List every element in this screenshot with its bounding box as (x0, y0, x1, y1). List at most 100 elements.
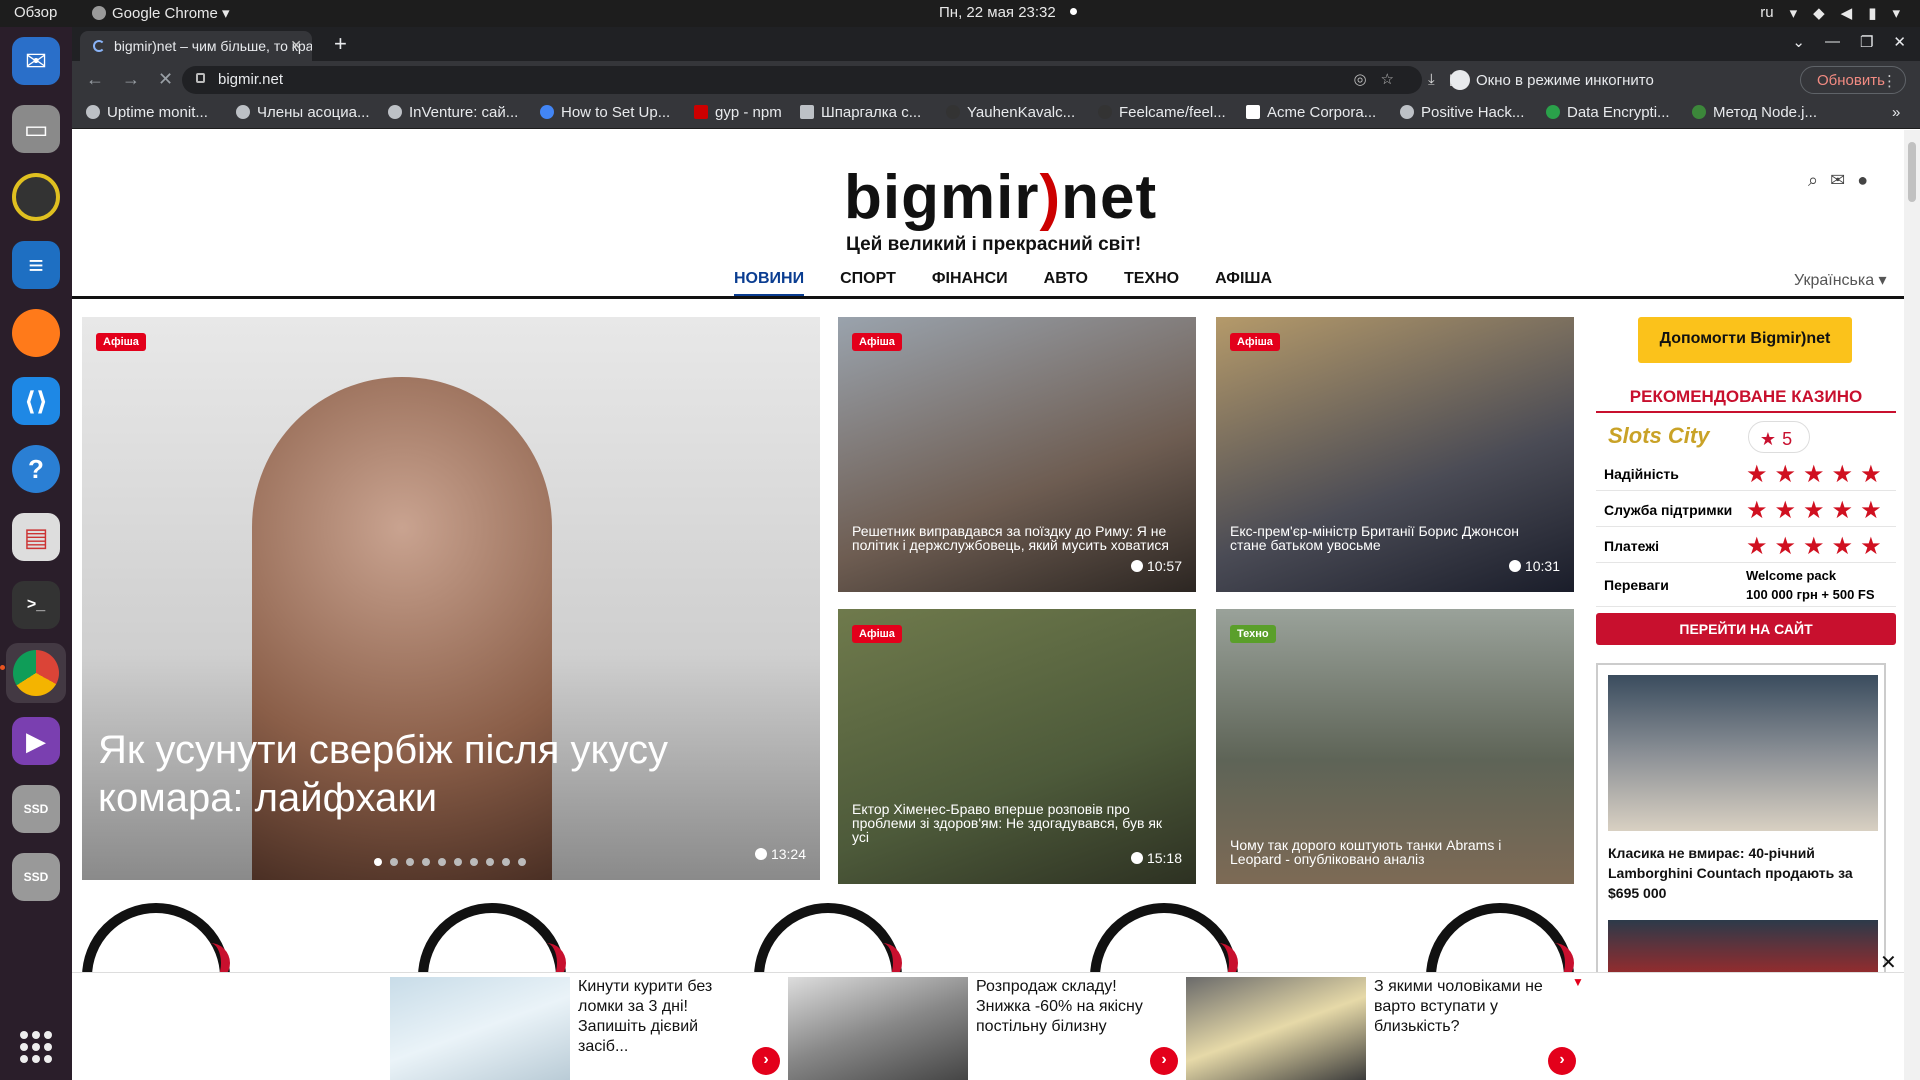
system-tray[interactable]: ru ▾ ◆ ◀ ▮ ▾ (1760, 4, 1900, 22)
news-card[interactable]: Афіша Екс-прем'єр-міністр Британії Борис… (1216, 317, 1574, 592)
keyboard-layout[interactable]: ru (1760, 4, 1773, 22)
scroll-thumb[interactable] (1908, 142, 1916, 202)
bookmark[interactable]: gyp - npm (694, 104, 782, 121)
bookmark[interactable]: Члены асоциа... (236, 104, 370, 121)
bookmark[interactable]: Feelcame/feel... (1098, 104, 1226, 121)
news-title[interactable]: Решетник виправдався за поїздку до Риму:… (852, 524, 1174, 552)
carousel-dot[interactable] (390, 858, 398, 866)
sidebar-ad[interactable]: Класика не вмирає: 40-річний Lamborghini… (1596, 663, 1886, 983)
lock-icon[interactable] (196, 73, 205, 83)
carousel-dot[interactable] (486, 858, 494, 866)
carousel-dot[interactable] (518, 858, 526, 866)
news-card[interactable]: Афіша Ектор Хіменес-Браво вперше розпові… (838, 609, 1196, 884)
tab-search-icon[interactable]: ⌄ (1792, 33, 1805, 51)
news-title[interactable]: Екс-прем'єр-міністр Британії Борис Джонс… (1230, 524, 1552, 552)
carousel-dot[interactable] (502, 858, 510, 866)
close-window-icon[interactable]: ✕ (1893, 33, 1906, 51)
forward-icon[interactable]: → (122, 69, 140, 90)
terminal-icon[interactable]: >_ (12, 581, 60, 629)
video-icon[interactable]: ▶ (12, 717, 60, 765)
app-menu[interactable]: Google Chrome ▾ (92, 4, 230, 22)
clock[interactable]: Пн, 22 мая 23:32 (939, 4, 1077, 21)
ad-text[interactable]: Кинути курити без ломки за 3 дні! Запиші… (578, 977, 748, 1057)
site-logo[interactable]: bigmir)net (844, 162, 1157, 233)
news-card[interactable]: Афіша Решетник виправдався за поїздку до… (838, 317, 1196, 592)
search-icon[interactable]: ⌕ (1808, 170, 1830, 190)
incognito-indicator[interactable]: Окно в режиме инкогнито (1450, 70, 1654, 90)
update-button[interactable]: Обновить ⋮ (1800, 66, 1906, 94)
ssd-icon[interactable]: SSD (12, 785, 60, 833)
nav-techno[interactable]: ТЕХНО (1124, 270, 1179, 297)
vscode-icon[interactable]: ⟨⟩ (12, 377, 60, 425)
news-card[interactable]: Техно Чому так дорого коштують танки Abr… (1216, 609, 1574, 884)
hero-news-card[interactable]: Афіша Як усунути свербіж після укусу ком… (82, 317, 820, 880)
bookmark[interactable]: Acme Corpora... (1246, 104, 1376, 121)
maximize-icon[interactable]: ❐ (1860, 33, 1873, 51)
ad-item[interactable]: З якими чоловіками не варто вступати у б… (1186, 977, 1584, 1080)
arrow-right-icon[interactable]: › (1150, 1047, 1178, 1075)
news-title[interactable]: Чому так дорого коштують танки Abrams і … (1230, 838, 1552, 866)
activities-button[interactable]: Обзор (14, 4, 57, 21)
hero-title[interactable]: Як усунути свербіж після укусу комара: л… (98, 726, 700, 822)
rhythmbox-icon[interactable] (12, 173, 60, 221)
bookmarks-overflow[interactable]: » (1892, 104, 1900, 121)
ad-item[interactable]: Розпродаж складу! Знижка -60% на якісну … (788, 977, 1186, 1080)
arrow-right-icon[interactable]: › (1548, 1047, 1576, 1075)
category-badge[interactable]: Афіша (96, 333, 146, 351)
ssd-icon[interactable]: SSD (12, 853, 60, 901)
bookmark[interactable]: YauhenKavalc... (946, 104, 1075, 121)
nav-afisha[interactable]: АФІША (1215, 270, 1272, 297)
stop-loading-icon[interactable]: ✕ (158, 69, 173, 90)
ad-text[interactable]: Розпродаж складу! Знижка -60% на якісну … (976, 977, 1146, 1037)
carousel-dot[interactable] (438, 858, 446, 866)
reader-icon[interactable]: ▤ (12, 513, 60, 561)
nav-finance[interactable]: ФІНАНСИ (932, 270, 1008, 297)
bookmark[interactable]: Uptime monit... (86, 104, 208, 121)
go-to-site-button[interactable]: ПЕРЕЙТИ НА САЙТ (1596, 613, 1896, 645)
casino-logo[interactable]: Slots City (1608, 423, 1709, 449)
show-apps-icon[interactable] (20, 1031, 52, 1063)
bookmark[interactable]: InVenture: сай... (388, 104, 518, 121)
donate-button[interactable]: Допомогти Bigmir)net (1638, 317, 1852, 363)
category-badge[interactable]: Афіша (852, 625, 902, 643)
nav-auto[interactable]: АВТО (1044, 270, 1088, 297)
tab-active[interactable]: bigmir)net – чим більше, то краще ✕ (80, 31, 312, 61)
bookmark[interactable]: How to Set Up... (540, 104, 670, 121)
firefox-icon[interactable] (12, 309, 60, 357)
bookmark[interactable]: Data Encrypti... (1546, 104, 1670, 121)
carousel-dot[interactable] (406, 858, 414, 866)
category-badge[interactable]: Афіша (1230, 333, 1280, 351)
mail-icon[interactable]: ✉ (1830, 170, 1857, 190)
close-tab-icon[interactable]: ✕ (290, 37, 302, 54)
new-tab-button[interactable]: + (334, 31, 347, 57)
back-icon[interactable]: ← (86, 69, 104, 90)
nav-news[interactable]: НОВИНИ (734, 270, 805, 297)
carousel-dot[interactable] (454, 858, 462, 866)
carousel-dot[interactable] (470, 858, 478, 866)
minimize-icon[interactable]: — (1825, 33, 1840, 51)
eye-off-icon[interactable]: ◎ (1353, 71, 1380, 88)
nav-sport[interactable]: СПОРТ (840, 270, 896, 297)
bookmark[interactable]: Шпаргалка с... (800, 104, 921, 121)
ad-text[interactable]: З якими чоловіками не варто вступати у б… (1374, 977, 1544, 1037)
writer-icon[interactable]: ≡ (12, 241, 60, 289)
ad-title[interactable]: Класика не вмирає: 40-річний Lamborghini… (1608, 843, 1872, 903)
news-title[interactable]: Ектор Хіменес-Браво вперше розповів про … (852, 802, 1174, 844)
user-icon[interactable]: ● (1857, 170, 1880, 190)
help-icon[interactable]: ? (12, 445, 60, 493)
category-badge[interactable]: Техно (1230, 625, 1276, 643)
bookmark[interactable]: Positive Hack... (1400, 104, 1524, 121)
files-icon[interactable]: ▭ (12, 105, 60, 153)
chrome-icon[interactable] (0, 643, 66, 703)
page-scrollbar[interactable] (1904, 130, 1920, 1080)
address-bar[interactable]: bigmir.net ◎☆ (182, 66, 1422, 94)
arrow-right-icon[interactable]: › (752, 1047, 780, 1075)
thunderbird-icon[interactable]: ✉ (12, 37, 60, 85)
bookmark[interactable]: Метод Node.j... (1692, 104, 1817, 121)
ad-item[interactable]: Кинути курити без ломки за 3 дні! Запиші… (390, 977, 788, 1080)
carousel-dot[interactable] (422, 858, 430, 866)
category-badge[interactable]: Афіша (852, 333, 902, 351)
carousel-dot[interactable] (374, 858, 382, 866)
language-select[interactable]: Українська ▾ (1794, 270, 1887, 290)
adchoices-icon[interactable]: ▼ (1572, 975, 1584, 989)
